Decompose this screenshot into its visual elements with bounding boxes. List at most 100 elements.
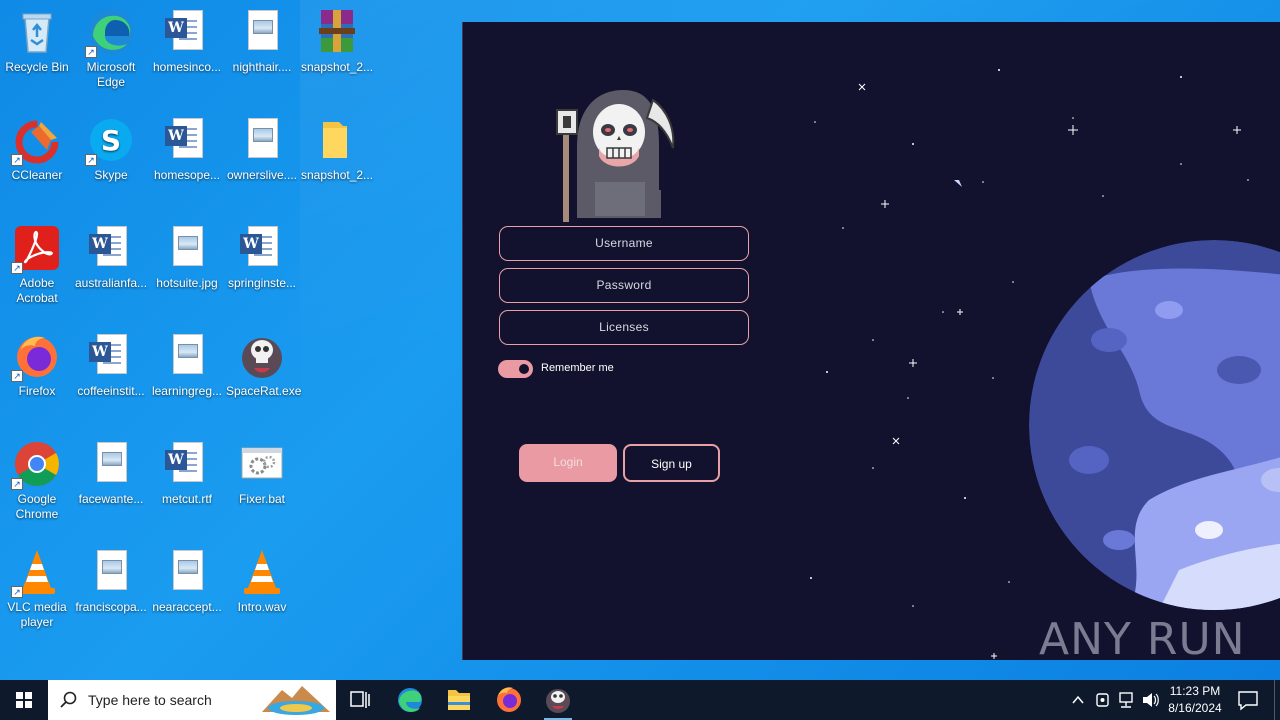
desktop-icon-label: Recycle Bin [5, 60, 69, 74]
desktop-icon-label: Skype [94, 168, 128, 182]
vlc-icon: ↗ [11, 548, 61, 598]
image-file-icon [163, 332, 211, 380]
desktop-icon-google-chrome[interactable]: ↗ Google Chrome [0, 434, 75, 522]
folder-icon [313, 116, 361, 164]
desktop-icon-label: australianfa... [75, 276, 148, 290]
batch-file-icon [238, 440, 286, 488]
desktop-icon-coffeeinstit[interactable]: W coffeeinstit... [73, 326, 149, 399]
desktop-icon-label: snapshot_2... [301, 60, 374, 74]
desktop-icon-spacerat[interactable]: SpaceRat.exe [224, 326, 302, 399]
tray-device-button[interactable] [1092, 680, 1114, 720]
desktop-icon-label: nearaccept... [152, 600, 222, 614]
desktop-icon-intro-wav[interactable]: Intro.wav [224, 542, 300, 615]
image-file-icon [238, 116, 286, 164]
desktop-icon-label: springinste... [227, 276, 297, 290]
firefox-icon: ↗ [11, 332, 61, 382]
spacerat-login-window: Username Password Licenses Remember me L… [462, 22, 1280, 660]
grim-reaper-logo-icon [556, 90, 675, 222]
desktop-icon-homesope[interactable]: W homesope... [149, 110, 225, 183]
desktop-icon-learningreg[interactable]: learningreg... [149, 326, 225, 399]
word-doc-icon: W [87, 224, 135, 272]
desktop-icon-ownerslive[interactable]: ownerslive.... [224, 110, 300, 183]
edge-icon [398, 688, 422, 712]
desktop-icon-label: facewante... [78, 492, 144, 506]
ccleaner-icon: ↗ [11, 116, 61, 166]
desktop-icon-nighthair[interactable]: nighthair.... [224, 2, 300, 75]
clock-date: 8/16/2024 [1168, 701, 1222, 715]
remember-me-label: Remember me [541, 362, 614, 374]
start-button[interactable] [0, 680, 48, 720]
desktop-icon-adobe-acrobat[interactable]: ↗ Adobe Acrobat [0, 218, 75, 306]
search-highlight-image [262, 686, 330, 715]
licenses-field[interactable]: Licenses [499, 310, 749, 345]
desktop-icon-australianfa[interactable]: W australianfa... [73, 218, 149, 291]
chrome-icon: ↗ [11, 440, 61, 490]
task-view-icon [350, 691, 370, 708]
anyrun-watermark: ANY RUN [1039, 614, 1246, 660]
password-field[interactable]: Password [499, 268, 749, 303]
remember-me-toggle[interactable] [498, 360, 533, 378]
task-view-button[interactable] [336, 680, 384, 720]
desktop-icon-vlc[interactable]: ↗ VLC media player [0, 542, 75, 630]
desktop-icon-facewante[interactable]: facewante... [73, 434, 149, 507]
username-field[interactable]: Username [499, 226, 749, 261]
show-hidden-icons-button[interactable] [1068, 680, 1088, 720]
desktop-icon-metcut[interactable]: W metcut.rtf [149, 434, 225, 507]
show-desktop-button[interactable] [1274, 680, 1280, 720]
shortcut-arrow-icon: ↗ [11, 370, 23, 382]
desktop-icon-skype[interactable]: S ↗ Skype [73, 110, 149, 183]
taskbar-spacerat-button[interactable] [534, 680, 582, 720]
desktop-icon-label: VLC media player [7, 600, 67, 629]
taskbar-file-explorer-button[interactable] [435, 680, 483, 720]
desktop-icon-label: coffeeinstit... [77, 384, 145, 398]
usb-device-icon [1096, 693, 1109, 707]
desktop-icon-label: nighthair.... [232, 60, 292, 74]
desktop-icon-grid: Recycle Bin ↗ CCleaner ↗ Adobe Acrobat ↗… [0, 0, 460, 680]
taskbar: Type here to search 11:23 PM 8/16/2024 [0, 680, 1280, 720]
desktop-icon-label: metcut.rtf [161, 492, 212, 506]
desktop-icon-recycle-bin[interactable]: Recycle Bin [0, 2, 75, 75]
recycle-bin-icon [13, 8, 61, 56]
signup-button[interactable]: Sign up [623, 444, 720, 482]
winrar-icon [313, 8, 361, 56]
desktop-icon-homesinco[interactable]: W homesinco... [149, 2, 225, 75]
taskbar-edge-button[interactable] [386, 680, 434, 720]
taskbar-firefox-button[interactable] [485, 680, 533, 720]
search-icon [60, 691, 77, 708]
tray-volume-button[interactable] [1140, 680, 1162, 720]
desktop-icon-hotsuite[interactable]: hotsuite.jpg [149, 218, 225, 291]
file-explorer-icon [448, 690, 470, 710]
shortcut-arrow-icon: ↗ [85, 46, 97, 58]
taskbar-clock[interactable]: 11:23 PM 8/16/2024 [1160, 683, 1230, 717]
action-center-button[interactable] [1234, 680, 1262, 720]
desktop-icon-snapshot-rar[interactable]: snapshot_2... [299, 2, 375, 75]
login-button[interactable]: Login [519, 444, 617, 482]
edge-icon: ↗ [85, 8, 135, 58]
image-file-icon [87, 548, 135, 596]
desktop-icon-label: learningreg... [151, 384, 223, 398]
desktop-icon-label: franciscopa... [75, 600, 147, 614]
search-placeholder: Type here to search [88, 692, 212, 708]
word-doc-icon: W [163, 8, 211, 56]
image-file-icon [87, 440, 135, 488]
tray-network-button[interactable] [1116, 680, 1138, 720]
desktop-icon-ccleaner[interactable]: ↗ CCleaner [0, 110, 75, 183]
desktop-icon-label: Google Chrome [15, 492, 59, 521]
desktop-icon-label: SpaceRat.exe [226, 384, 302, 398]
desktop-icon-fixer[interactable]: Fixer.bat [224, 434, 300, 507]
image-file-icon [163, 548, 211, 596]
desktop-icon-nearaccept[interactable]: nearaccept... [149, 542, 225, 615]
desktop-icon-springinste[interactable]: W springinste... [224, 218, 300, 291]
word-doc-icon: W [163, 116, 211, 164]
desktop-icon-firefox[interactable]: ↗ Firefox [0, 326, 75, 399]
volume-icon [1143, 693, 1159, 707]
desktop-icon-franciscopa[interactable]: franciscopa... [73, 542, 149, 615]
windows-logo-icon [16, 692, 32, 708]
shortcut-arrow-icon: ↗ [85, 154, 97, 166]
network-icon [1119, 692, 1133, 708]
desktop-icon-microsoft-edge[interactable]: ↗ Microsoft Edge [73, 2, 149, 90]
desktop-icon-label: Microsoft Edge [86, 60, 136, 89]
desktop-icon-label: Intro.wav [237, 600, 287, 614]
desktop-icon-snapshot-folder[interactable]: snapshot_2... [299, 110, 375, 183]
firefox-icon [497, 687, 521, 712]
